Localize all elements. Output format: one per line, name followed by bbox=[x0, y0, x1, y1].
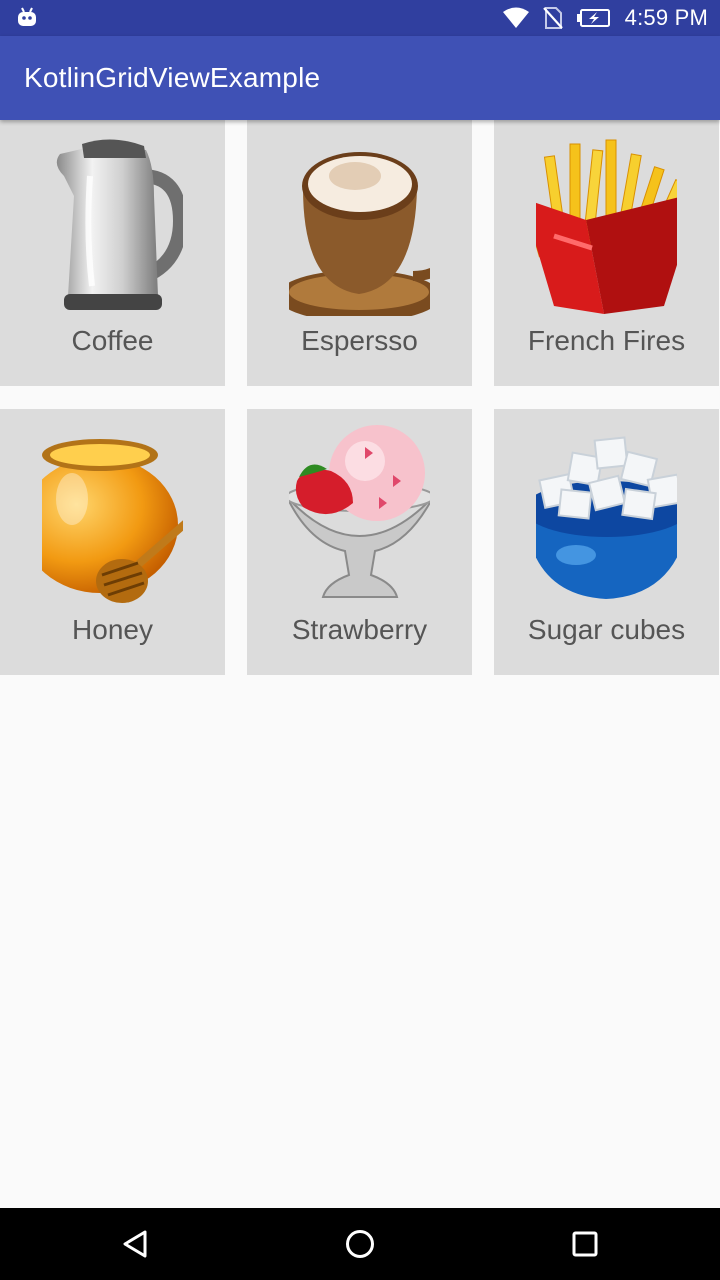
grid-item-label: French Fires bbox=[527, 325, 686, 356]
grid-item-strawberry[interactable]: Strawberry bbox=[247, 409, 472, 675]
sugar-bowl-icon bbox=[536, 436, 677, 599]
grid-item-honey[interactable]: Honey bbox=[0, 409, 225, 675]
ice-cream-bowl-icon bbox=[289, 425, 430, 598]
home-icon[interactable] bbox=[342, 1226, 378, 1262]
app-bar: KotlinGridViewExample bbox=[0, 36, 720, 120]
grid-item-label: Strawberry bbox=[291, 614, 428, 645]
back-icon[interactable] bbox=[117, 1226, 153, 1262]
french-fries-icon bbox=[536, 139, 677, 314]
grid-item-label: Espersso bbox=[301, 325, 418, 356]
grid-item-label: Coffee bbox=[71, 325, 154, 356]
recents-icon[interactable] bbox=[567, 1226, 603, 1262]
grid-item-coffee[interactable]: Coffee bbox=[0, 120, 225, 386]
status-time: 4:59 PM bbox=[624, 5, 708, 30]
cappuccino-cup-icon bbox=[289, 152, 430, 316]
status-bar: 4:59 PM bbox=[0, 0, 720, 36]
grid-item-label: Sugar cubes bbox=[527, 614, 686, 645]
grid-item-label: Honey bbox=[72, 614, 153, 645]
honey-pot-icon bbox=[42, 439, 183, 603]
battery-charging-icon bbox=[576, 9, 610, 27]
kettle-icon bbox=[56, 139, 183, 310]
navigation-bar bbox=[0, 1208, 720, 1280]
wifi-icon bbox=[502, 7, 529, 28]
android-debug-icon bbox=[18, 7, 36, 26]
grid-item-french-fires[interactable]: French Fires bbox=[494, 120, 719, 386]
grid-item-espersso[interactable]: Espersso bbox=[247, 120, 472, 386]
no-sim-icon bbox=[542, 7, 563, 29]
grid-item-sugar-cubes[interactable]: Sugar cubes bbox=[494, 409, 719, 675]
app-title: KotlinGridViewExample bbox=[24, 62, 321, 93]
